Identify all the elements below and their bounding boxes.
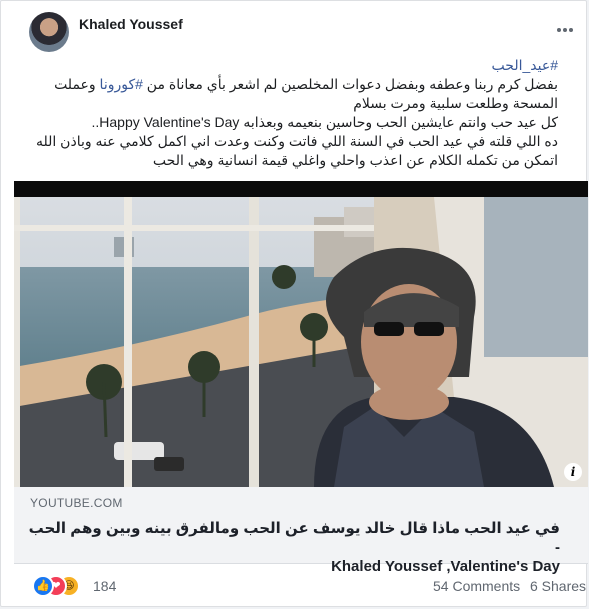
author-name[interactable]: Khaled Youssef [79, 16, 183, 32]
link-preview[interactable]: YOUTUBE.COM في عيد الحب ماذا قال خالد يو… [14, 487, 588, 575]
thumbnail-top-strip [14, 181, 588, 197]
hashtag-link[interactable]: #عيد_الحب [492, 57, 558, 73]
more-options-icon[interactable] [556, 19, 578, 35]
link-title-line-1: في عيد الحب ماذا قال خالد يوسف عن الحب و… [28, 520, 560, 556]
post-line-1-after: وعملت [54, 76, 100, 92]
video-thumbnail[interactable]: i [14, 181, 588, 487]
comments-count[interactable]: 54 Comments [433, 578, 520, 594]
post-text: #عيد_الحب بفضل كرم ربنا وعطفه وبفضل دعوا… [13, 56, 558, 170]
shares-count[interactable]: 6 Shares [530, 578, 586, 594]
post-header: Khaled Youssef [14, 9, 584, 52]
post-line-5: اتمكن من تكمله الكلام عن اعذب واحلي واغل… [152, 152, 558, 168]
post-footer: 👍 ❤ 😆 184 54 Comments 6 Shares [14, 571, 588, 601]
avatar[interactable] [29, 12, 69, 52]
post-line-4: ده اللي قلته في عيد الحب في السنة اللي ف… [36, 133, 558, 149]
post-card: Khaled Youssef #عيد_الحب بفضل كرم ربنا و… [0, 0, 588, 607]
post-line-2: المسحة وطلعت سلبية ومرت بسلام [353, 95, 558, 111]
post-line-1: بفضل كرم ربنا وعطفه وبفضل دعوات المخلصين… [13, 75, 558, 94]
link-domain: YOUTUBE.COM [30, 496, 123, 510]
reaction-count[interactable]: 184 [93, 578, 116, 594]
hashtag-corona-link[interactable]: #كورونا [100, 76, 143, 92]
link-title[interactable]: في عيد الحب ماذا قال خالد يوسف عن الحب و… [25, 519, 560, 576]
like-reaction-icon: 👍 [32, 575, 54, 597]
post-line-3: كل عيد حب وانتم عايشين الحب وحاسين بنعيم… [91, 114, 558, 130]
thumbnail-photo [14, 197, 588, 487]
info-icon[interactable]: i [564, 463, 582, 481]
post-line-1-before: بفضل كرم ربنا وعطفه وبفضل دعوات المخلصين… [142, 76, 558, 92]
